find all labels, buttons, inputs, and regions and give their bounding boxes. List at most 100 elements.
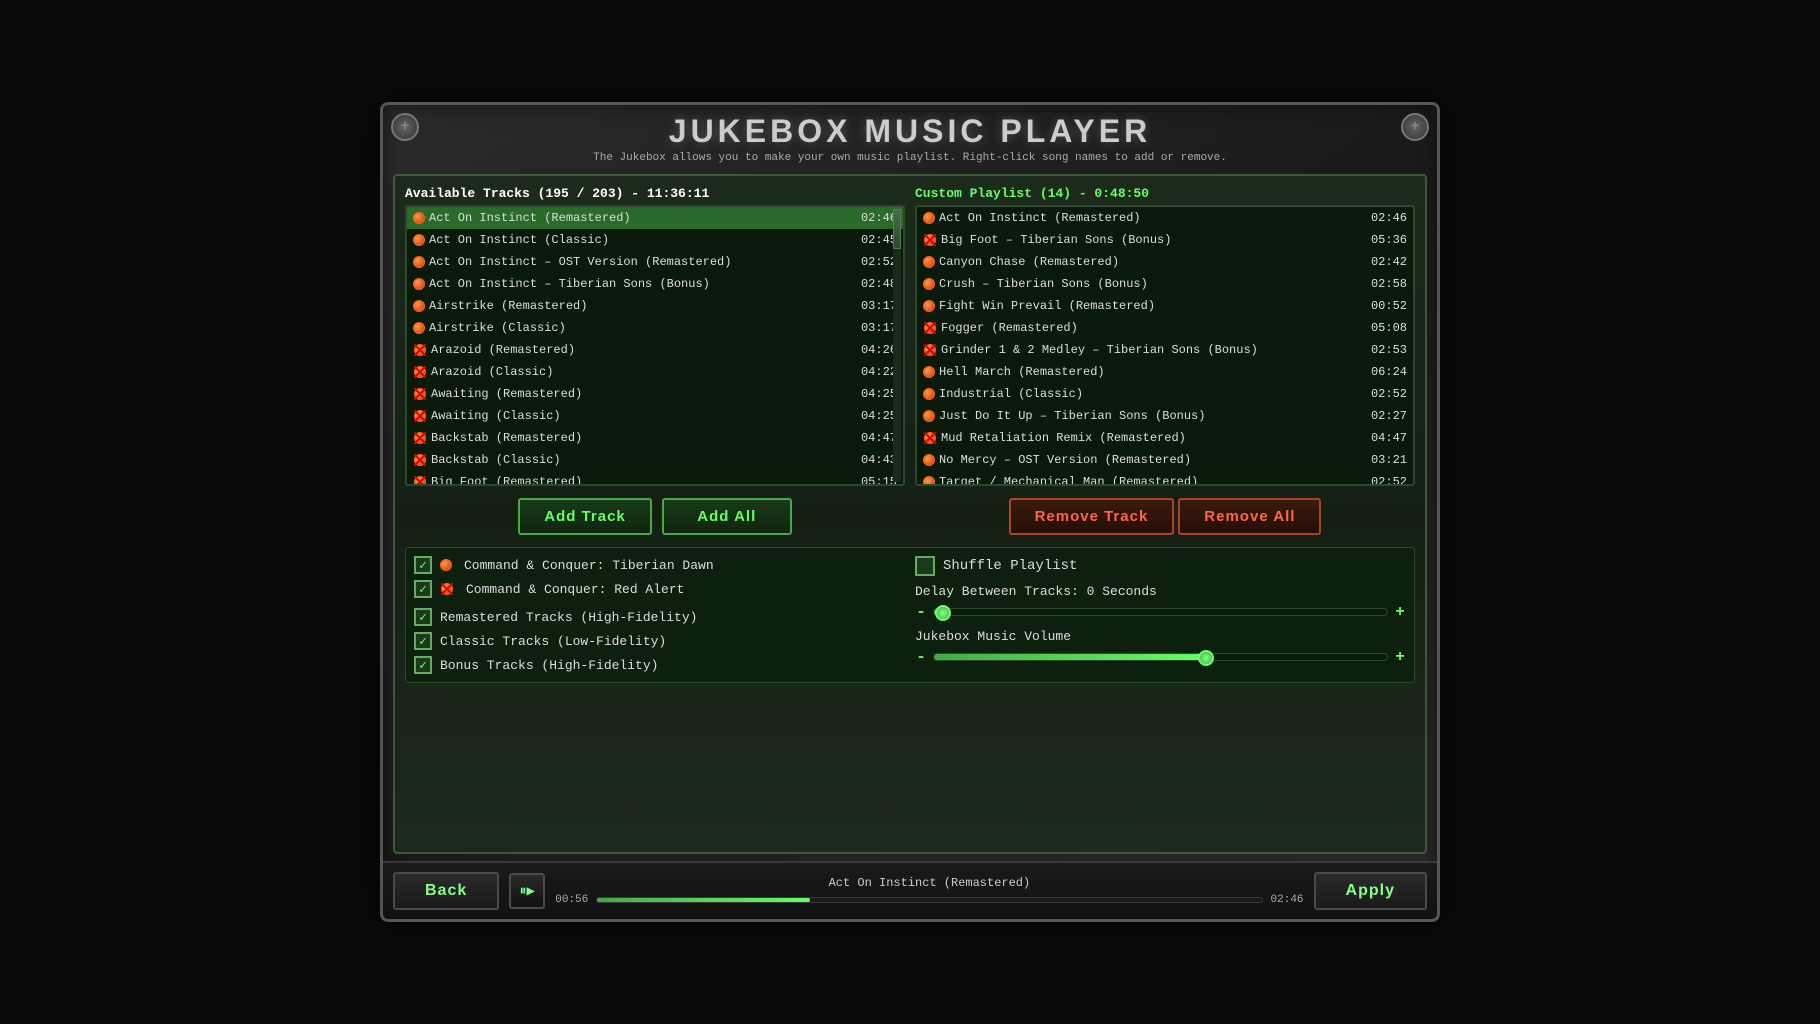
track-duration: 05:08 xyxy=(1371,321,1407,335)
track-duration: 04:47 xyxy=(861,431,897,445)
remove-all-button[interactable]: Remove All xyxy=(1178,498,1321,535)
play-pause-button[interactable]: ⏸▶ xyxy=(509,873,545,909)
track-duration: 04:25 xyxy=(861,409,897,423)
filter-tiberian-dawn: Command & Conquer: Tiberian Dawn xyxy=(414,556,905,574)
playlist-track-item[interactable]: Target / Mechanical Man (Remastered) 02:5… xyxy=(917,471,1413,486)
track-item[interactable]: Act On Instinct – OST Version (Remastere… xyxy=(407,251,903,273)
remove-track-button[interactable]: Remove Track xyxy=(1009,498,1175,535)
add-all-button[interactable]: Add All xyxy=(662,498,792,535)
track-name: Act On Instinct – Tiberian Sons (Bonus) xyxy=(429,277,853,291)
track-duration: 04:22 xyxy=(861,365,897,379)
red-alert-checkbox[interactable] xyxy=(414,580,432,598)
volume-slider-thumb[interactable] xyxy=(1198,650,1214,666)
track-duration: 02:27 xyxy=(1371,409,1407,423)
track-item[interactable]: Arazoid (Remastered)04:26 xyxy=(407,339,903,361)
playlist-track-item[interactable]: Mud Retaliation Remix (Remastered)04:47 xyxy=(917,427,1413,449)
custom-playlist-list[interactable]: Act On Instinct (Remastered)02:46Big Foo… xyxy=(915,205,1415,486)
add-track-button[interactable]: Add Track xyxy=(518,498,652,535)
playlist-track-item[interactable]: Just Do It Up – Tiberian Sons (Bonus) 02:… xyxy=(917,405,1413,427)
track-name: Airstrike (Classic) xyxy=(429,321,853,335)
playlist-track-item[interactable]: Hell March (Remastered)06:24 xyxy=(917,361,1413,383)
corner-bolt-tr xyxy=(1401,113,1429,141)
progress-bar[interactable] xyxy=(596,897,1262,903)
volume-slider-track[interactable] xyxy=(933,653,1388,661)
tiberian-dawn-label: Command & Conquer: Tiberian Dawn xyxy=(464,558,714,573)
delay-plus-button[interactable]: + xyxy=(1394,603,1406,621)
track-name: Grinder 1 & 2 Medley – Tiberian Sons (Bo… xyxy=(941,343,1363,357)
current-time: 00:56 xyxy=(555,894,590,906)
track-item[interactable]: Act On Instinct (Remastered)02:46 xyxy=(407,207,903,229)
red-alert-icon xyxy=(440,582,454,596)
shuffle-checkbox[interactable] xyxy=(915,556,935,576)
playlist-track-item[interactable]: Big Foot – Tiberian Sons (Bonus)05:36 xyxy=(917,229,1413,251)
track-name: Hell March (Remastered) xyxy=(939,365,1363,379)
tiberian-dawn-icon xyxy=(440,559,452,571)
available-scrollbar-thumb[interactable] xyxy=(893,209,901,249)
track-duration: 02:52 xyxy=(1371,387,1407,401)
playlist-track-item[interactable]: Crush – Tiberian Sons (Bonus) 02:58 xyxy=(917,273,1413,295)
red-alert-label: Command & Conquer: Red Alert xyxy=(466,582,684,597)
progress-bar-container: 00:56 02:46 xyxy=(555,894,1303,906)
track-item[interactable]: Backstab (Remastered) 04:47 xyxy=(407,427,903,449)
track-duration: 04:26 xyxy=(861,343,897,357)
track-item[interactable]: Awaiting (Classic) 04:25 xyxy=(407,405,903,427)
corner-bolt-tl xyxy=(391,113,419,141)
track-name: Airstrike (Remastered) xyxy=(429,299,853,313)
delay-minus-button[interactable]: - xyxy=(915,603,927,621)
playlist-track-item[interactable]: Fight Win Prevail (Remastered)00:52 xyxy=(917,295,1413,317)
now-playing: Act On Instinct (Remastered) xyxy=(829,876,1031,890)
playlist-track-item[interactable]: Canyon Chase (Remastered)02:42 xyxy=(917,251,1413,273)
track-name: Target / Mechanical Man (Remastered) xyxy=(939,475,1363,486)
track-name: Act On Instinct (Remastered) xyxy=(429,211,853,225)
track-name: Backstab (Classic) xyxy=(431,453,853,467)
track-item[interactable]: Awaiting (Remastered)04:25 xyxy=(407,383,903,405)
delay-slider-thumb[interactable] xyxy=(935,605,951,621)
track-item[interactable]: Backstab (Classic)04:43 xyxy=(407,449,903,471)
classic-label: Classic Tracks (Low-Fidelity) xyxy=(440,634,666,649)
track-name: Just Do It Up – Tiberian Sons (Bonus) xyxy=(939,409,1363,423)
track-item[interactable]: Airstrike (Classic)03:17 xyxy=(407,317,903,339)
track-name: Crush – Tiberian Sons (Bonus) xyxy=(939,277,1363,291)
track-item[interactable]: Big Foot (Remastered)05:15 xyxy=(407,471,903,486)
playlist-track-item[interactable]: Fogger (Remastered)05:08 xyxy=(917,317,1413,339)
playlist-track-item[interactable]: Act On Instinct (Remastered)02:46 xyxy=(917,207,1413,229)
track-duration: 02:42 xyxy=(1371,255,1407,269)
track-duration: 02:58 xyxy=(1371,277,1407,291)
track-name: Industrial (Classic) xyxy=(939,387,1363,401)
delay-slider-track[interactable] xyxy=(933,608,1388,616)
available-tracks-list[interactable]: Act On Instinct (Remastered)02:46Act On … xyxy=(405,205,905,486)
progress-section: Act On Instinct (Remastered) 00:56 02:46 xyxy=(555,876,1303,906)
shuffle-label: Shuffle Playlist xyxy=(943,558,1077,574)
playlist-track-item[interactable]: Grinder 1 & 2 Medley – Tiberian Sons (Bo… xyxy=(917,339,1413,361)
filter-bonus: Bonus Tracks (High-Fidelity) xyxy=(414,656,905,674)
track-item[interactable]: Act On Instinct – Tiberian Sons (Bonus)0… xyxy=(407,273,903,295)
header: JUKEBOX MUSIC PLAYER The Jukebox allows … xyxy=(393,105,1427,168)
playlist-track-item[interactable]: No Mercy – OST Version (Remastered)03:21 xyxy=(917,449,1413,471)
volume-slider-container: Jukebox Music Volume - + xyxy=(915,629,1406,666)
track-name: Awaiting (Classic) xyxy=(431,409,853,423)
track-duration: 03:17 xyxy=(861,299,897,313)
track-item[interactable]: Airstrike (Remastered) 03:17 xyxy=(407,295,903,317)
classic-checkbox[interactable] xyxy=(414,632,432,650)
playlist-track-item[interactable]: Industrial (Classic) 02:52 xyxy=(917,383,1413,405)
available-scrollbar[interactable] xyxy=(893,209,901,482)
delay-label: Delay Between Tracks: 0 Seconds xyxy=(915,584,1406,599)
track-item[interactable]: Act On Instinct (Classic)02:45 xyxy=(407,229,903,251)
track-duration: 02:52 xyxy=(1371,475,1407,486)
track-name: No Mercy – OST Version (Remastered) xyxy=(939,453,1363,467)
remastered-checkbox[interactable] xyxy=(414,608,432,626)
track-panels: Available Tracks (195 / 203) - 11:36:11 … xyxy=(405,186,1415,486)
volume-plus-button[interactable]: + xyxy=(1394,648,1406,666)
track-duration: 04:25 xyxy=(861,387,897,401)
bonus-checkbox[interactable] xyxy=(414,656,432,674)
back-button[interactable]: Back xyxy=(393,872,499,910)
track-item[interactable]: Arazoid (Classic) 04:22 xyxy=(407,361,903,383)
filter-options: Command & Conquer: Tiberian Dawn Command… xyxy=(414,556,905,674)
track-name: Big Foot – Tiberian Sons (Bonus) xyxy=(941,233,1363,247)
tiberian-dawn-checkbox[interactable] xyxy=(414,556,432,574)
apply-button[interactable]: Apply xyxy=(1314,872,1427,910)
track-name: Arazoid (Classic) xyxy=(431,365,853,379)
track-name: Backstab (Remastered) xyxy=(431,431,853,445)
track-duration: 02:52 xyxy=(861,255,897,269)
volume-minus-button[interactable]: - xyxy=(915,648,927,666)
